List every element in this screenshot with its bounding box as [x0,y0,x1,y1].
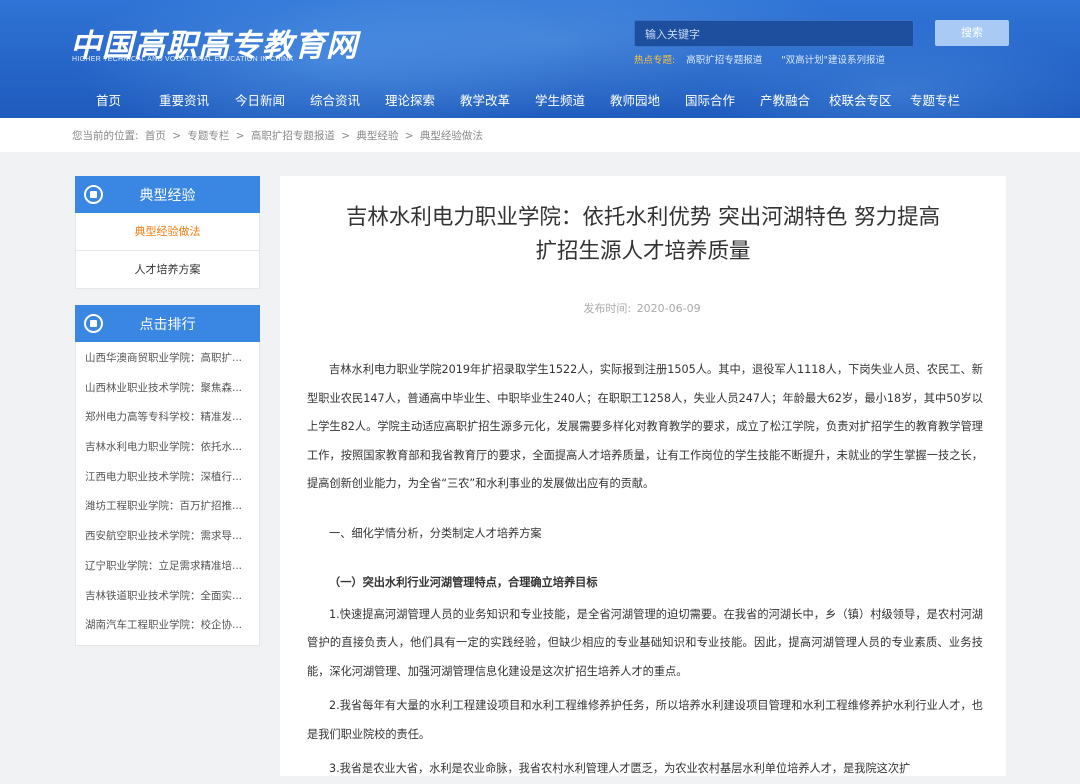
breadcrumb-separator: > [341,130,351,142]
article-paragraph: 2.我省每年有大量的水利工程建设项目和水利工程维修养护任务，所以培养水利建设项目… [307,699,983,741]
article-title: 吉林水利电力职业学院：依托水利优势 突出河湖特色 努力提高 扩招生源人才培养质量 [300,201,986,269]
breadcrumb-typical-practice[interactable]: 典型经验做法 [420,130,483,142]
site-header: 中国高职高专教育网 HIGHER TECHNICAL AND VOCATIONA… [0,0,1080,118]
nav-item-special-topics[interactable]: 专题专栏 [910,90,960,109]
publish-date-value: 2020-06-09 [636,302,701,315]
search-input[interactable]: 输入关键字 [634,20,914,47]
nav-item-general-news[interactable]: 综合资讯 [310,90,360,109]
hot-link-enrollment[interactable]: 高职扩招专题报道 [686,55,762,66]
sidebar-category-header: 典型经验 [75,176,260,213]
ranking-item[interactable]: 山西华澳商贸职业学院：高职扩... [76,344,259,374]
breadcrumb-typical-experience[interactable]: 典型经验 [356,130,398,142]
hot-topics: 热点专题: 高职扩招专题报道 "双高计划"建设系列报道 [634,52,901,66]
breadcrumb-home[interactable]: 首页 [145,130,166,142]
nav-item-today-news[interactable]: 今日新闻 [235,90,285,109]
search-button[interactable]: 搜索 [935,20,1009,46]
article-section-heading: 一、细化学情分析，分类制定人才培养方案 [329,526,542,540]
ranking-item[interactable]: 江西电力职业技术学院：深植行... [76,463,259,493]
main-nav: 首页 重要资讯 今日新闻 综合资讯 理论探索 教学改革 学生频道 教师园地 国际… [0,84,1080,114]
nav-item-industry-education[interactable]: 产教融合 [760,90,810,109]
breadcrumb-special-topics[interactable]: 专题专栏 [187,130,229,142]
breadcrumb-prefix: 您当前的位置: [72,130,139,142]
article-paragraph: 1.快速提高河湖管理人员的业务知识和专业技能，是全省河湖管理的迫切需要。在我省的… [307,607,983,678]
breadcrumb-bar: 您当前的位置: 首页 > 专题专栏 > 高职扩招专题报道 > 典型经验 > 典型… [0,118,1080,152]
nav-item-important-news[interactable]: 重要资讯 [159,90,209,109]
article-title-line2: 扩招生源人才培养质量 [535,239,751,264]
publish-date: 发布时间: 2020-06-09 [280,300,1006,316]
breadcrumb-enrollment-reports[interactable]: 高职扩招专题报道 [251,130,335,142]
article-body: 吉林水利电力职业学院2019年扩招录取学生1522人，实际报到注册1505人。其… [307,356,983,784]
sidebar-category-title: 典型经验 [139,188,196,204]
article-paragraph: 吉林水利电力职业学院2019年扩招录取学生1522人，实际报到注册1505人。其… [307,363,983,490]
nav-item-teaching-reform[interactable]: 教学改革 [460,90,510,109]
sidebar-item-training-plan[interactable]: 人才培养方案 [75,251,260,289]
ranking-item[interactable]: 吉林铁道职业技术学院：全面实... [76,582,259,612]
nav-item-theory[interactable]: 理论探索 [385,90,435,109]
article-title-line1: 吉林水利电力职业学院：依托水利优势 突出河湖特色 努力提高 [345,205,941,230]
ranking-item[interactable]: 西安航空职业技术学院：需求导... [76,522,259,552]
sidebar-ranking-header: 点击排行 [75,305,260,342]
ranking-item[interactable]: 潍坊工程职业学院：百万扩招推... [76,492,259,522]
ranking-item[interactable]: 辽宁职业学院：立足需求精准培... [76,552,259,582]
breadcrumb-separator: > [172,130,182,142]
sidebar-ranking-title: 点击排行 [139,317,196,333]
nav-item-students[interactable]: 学生频道 [535,90,585,109]
sidebar-ranking-box: 点击排行 山西华澳商贸职业学院：高职扩... 山西林业职业技术学院：聚焦森...… [75,305,260,646]
sidebar-category-box: 典型经验 典型经验做法 人才培养方案 [75,176,260,289]
publish-date-label: 发布时间: [583,302,632,315]
ranking-item[interactable]: 吉林水利电力职业学院：依托水... [76,433,259,463]
nav-item-home[interactable]: 首页 [96,90,121,109]
nav-item-international[interactable]: 国际合作 [685,90,735,109]
ranking-item[interactable]: 郑州电力高等专科学校：精准发... [76,403,259,433]
breadcrumb: 您当前的位置: 首页 > 专题专栏 > 高职扩招专题报道 > 典型经验 > 典型… [72,128,486,143]
ranking-list: 山西华澳商贸职业学院：高职扩... 山西林业职业技术学院：聚焦森... 郑州电力… [75,342,260,646]
article-subsection-heading: （一）突出水利行业河湖管理特点，合理确立培养目标 [329,576,598,589]
hot-link-double-high[interactable]: "双高计划"建设系列报道 [781,55,885,66]
article-paragraph: 3.我省是农业大省，水利是农业命脉，我省农村水利管理人才匮乏，为农业农村基层水利… [329,762,911,775]
nav-item-alliance[interactable]: 校联会专区 [829,90,892,109]
sidebar-item-typical-practice[interactable]: 典型经验做法 [75,213,260,251]
breadcrumb-separator: > [235,130,245,142]
ranking-item[interactable]: 山西林业职业技术学院：聚焦森... [76,374,259,404]
site-logo-english: HIGHER TECHNICAL AND VOCATIONAL EDUCATIO… [72,56,294,63]
breadcrumb-separator: > [404,130,414,142]
ranking-item[interactable]: 湖南汽车工程职业学院：校企协... [76,611,259,641]
article: 吉林水利电力职业学院：依托水利优势 突出河湖特色 努力提高 扩招生源人才培养质量… [280,176,1006,776]
nav-item-teachers[interactable]: 教师园地 [610,90,660,109]
hot-topics-label: 热点专题: [634,55,676,66]
